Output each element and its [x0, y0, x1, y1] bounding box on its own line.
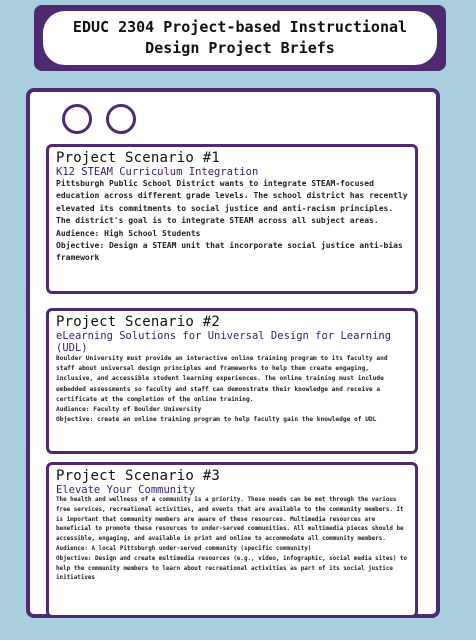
scenario-description: Pittsburgh Public School District wants …: [56, 179, 408, 226]
circle-icon: [106, 104, 136, 134]
scenario-card-2: Project Scenario #2 eLearning Solutions …: [46, 308, 418, 454]
scenario-objective: Objective: create an online training pro…: [56, 416, 377, 424]
scenario-audience: Audience: A local Pittsburgh under-serve…: [56, 545, 312, 552]
page-title: EDUC 2304 Project-based Instructional De…: [72, 18, 408, 57]
scenario-heading: Project Scenario #3: [56, 468, 220, 484]
scenario-subtitle: eLearning Solutions for Universal Design…: [56, 330, 392, 354]
scenario-objective: Objective: Design a STEAM unit that inco…: [56, 241, 403, 263]
title-banner-inner: EDUC 2304 Project-based Instructional De…: [43, 11, 437, 65]
scenario-audience: Audience: High School Students: [56, 228, 201, 238]
scenario-subtitle: K12 STEAM Curriculum Integration: [56, 166, 259, 178]
scenario-description: The health and wellness of a community i…: [56, 497, 404, 543]
scenario-heading: Project Scenario #2: [56, 314, 220, 330]
scenario-heading: Project Scenario #1: [56, 150, 220, 166]
scenario-subtitle: Elevate Your Community: [56, 484, 196, 496]
scenario-audience: Audience: Faculty of Boulder University: [56, 406, 202, 414]
scenario-objective: Objective: Design and create multimedia …: [56, 555, 408, 582]
scenario-description: Boulder University must provide an inter…: [56, 355, 388, 403]
scenario-card-1: Project Scenario #1 K12 STEAM Curriculum…: [46, 144, 418, 294]
title-banner: EDUC 2304 Project-based Instructional De…: [34, 5, 446, 71]
scenario-card-3: Project Scenario #3 Elevate Your Communi…: [46, 462, 418, 618]
content-panel: Project Scenario #1 K12 STEAM Curriculum…: [26, 88, 440, 618]
circle-icon: [62, 104, 92, 134]
